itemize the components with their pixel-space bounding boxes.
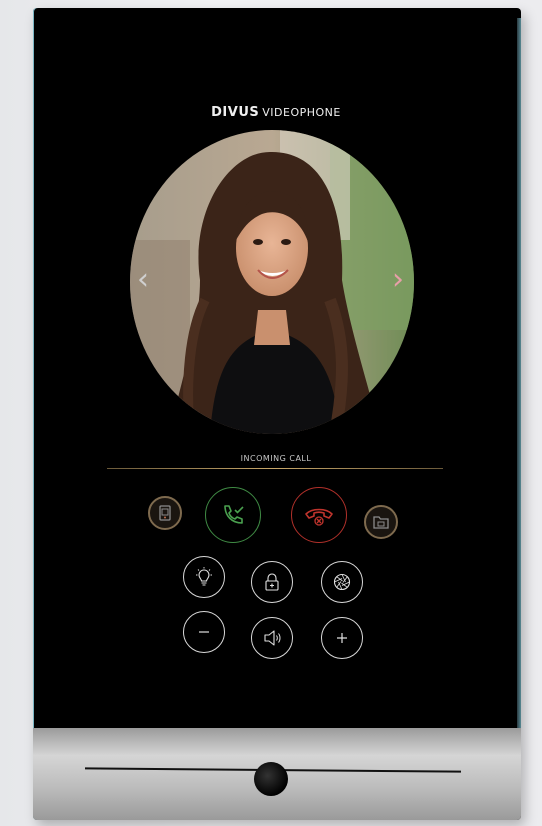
chevron-right-icon[interactable]: › <box>392 265 404 295</box>
camera-lens <box>254 762 288 796</box>
bottom-bezel <box>33 728 521 820</box>
video-feed <box>130 130 414 434</box>
videophone-device: DIVUS VIDEOPHONE ‹ › INCOMING CALL <box>33 8 521 820</box>
plus-icon <box>334 630 350 646</box>
volume-down-button[interactable] <box>183 611 225 653</box>
minus-icon <box>196 624 212 640</box>
brand-name: DIVUS <box>211 105 260 120</box>
door-unlock-icon <box>261 571 283 593</box>
chevron-left-icon[interactable]: ‹ <box>137 265 149 295</box>
speaker-button[interactable] <box>251 617 293 659</box>
door-open-button[interactable] <box>251 561 293 603</box>
call-status: INCOMING CALL <box>240 454 312 463</box>
phone-reject-icon <box>303 500 335 530</box>
phone-accept-icon <box>218 500 248 530</box>
device-edge <box>517 18 521 738</box>
gallery-button[interactable] <box>364 505 398 539</box>
brand-product: VIDEOPHONE <box>262 106 341 119</box>
camera-switch-button[interactable] <box>321 561 363 603</box>
light-bulb-icon <box>193 566 215 588</box>
brand-title: DIVUS VIDEOPHONE <box>35 101 517 120</box>
gallery-folder-icon <box>372 514 390 530</box>
accept-call-button[interactable] <box>205 487 261 543</box>
volume-up-button[interactable] <box>321 617 363 659</box>
reject-call-button[interactable] <box>291 487 347 543</box>
touch-screen: DIVUS VIDEOPHONE ‹ › INCOMING CALL <box>35 10 517 728</box>
intercom-button[interactable] <box>148 496 182 530</box>
light-button[interactable] <box>183 556 225 598</box>
intercom-panel-icon <box>156 504 174 522</box>
divider <box>107 468 443 469</box>
camera-aperture-icon <box>331 571 353 593</box>
speaker-icon <box>261 627 283 649</box>
